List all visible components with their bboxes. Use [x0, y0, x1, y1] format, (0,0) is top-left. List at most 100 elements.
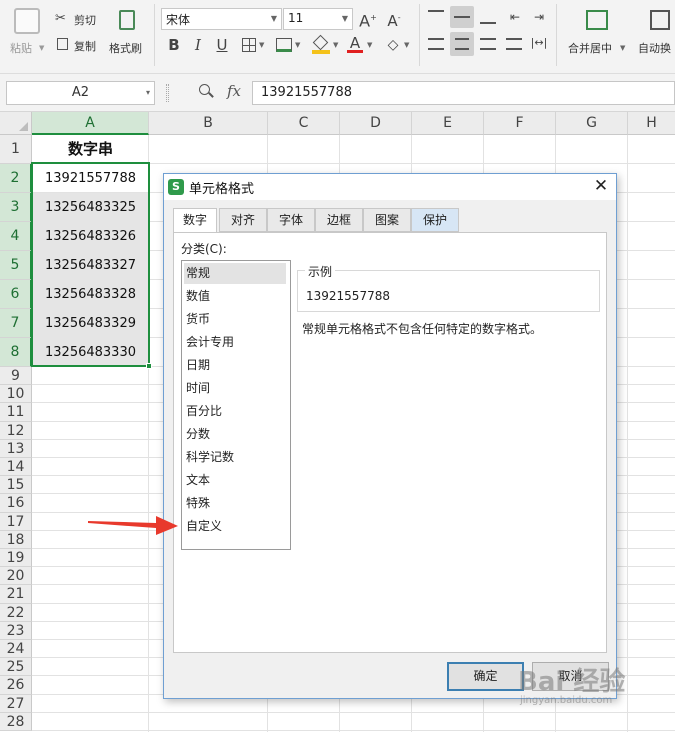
- column-header-h[interactable]: H: [628, 112, 675, 135]
- category-list[interactable]: 常规 数值 货币 会计专用 日期 时间 百分比 分数 科学记数 文本 特殊 自定义: [181, 260, 291, 550]
- data-cell[interactable]: 13256483328: [32, 280, 149, 309]
- row-header[interactable]: 5: [0, 251, 32, 280]
- row-header[interactable]: 18: [0, 530, 32, 549]
- row-header[interactable]: 1: [0, 135, 32, 164]
- formula-input[interactable]: 13921557788: [252, 81, 675, 105]
- category-item[interactable]: 时间: [184, 378, 286, 399]
- underline-icon[interactable]: U: [214, 36, 230, 54]
- row-header[interactable]: 21: [0, 585, 32, 604]
- merge-center-button[interactable]: 合并居中 ▼: [564, 4, 630, 66]
- bold-icon[interactable]: B: [166, 36, 182, 54]
- data-cell[interactable]: 13256483325: [32, 193, 149, 222]
- row-header[interactable]: 12: [0, 421, 32, 440]
- data-cell[interactable]: 13256483327: [32, 251, 149, 280]
- category-item[interactable]: 会计专用: [184, 332, 286, 353]
- zoom-icon[interactable]: [199, 84, 215, 100]
- name-box[interactable]: A2 ▾: [6, 81, 155, 105]
- tab-number[interactable]: 数字: [173, 208, 217, 233]
- row-header[interactable]: 4: [0, 222, 32, 251]
- column-header-a[interactable]: A: [32, 112, 149, 135]
- dialog-titlebar[interactable]: S 单元格格式 ✕: [164, 174, 616, 200]
- fill-color-icon[interactable]: [312, 34, 330, 54]
- splitter-handle[interactable]: [166, 84, 169, 102]
- font-color-icon[interactable]: A: [347, 34, 363, 53]
- category-item[interactable]: 日期: [184, 355, 286, 376]
- format-painter-button[interactable]: 格式刷: [107, 4, 149, 64]
- align-left-icon[interactable]: [428, 38, 444, 50]
- category-item[interactable]: 百分比: [184, 401, 286, 422]
- category-item[interactable]: 常规: [184, 263, 286, 284]
- copy-button[interactable]: 复制: [55, 36, 103, 54]
- fill-handle[interactable]: [146, 363, 152, 369]
- tab-protection[interactable]: 保护: [411, 208, 459, 232]
- increase-indent-icon[interactable]: ⇥: [530, 8, 548, 26]
- auto-wrap-button[interactable]: 自动换: [634, 4, 675, 66]
- align-top-icon[interactable]: [428, 10, 444, 24]
- column-header-b[interactable]: B: [149, 112, 268, 135]
- tab-border[interactable]: 边框: [315, 208, 363, 232]
- cell-style-icon[interactable]: [276, 38, 292, 52]
- close-icon[interactable]: ✕: [590, 175, 612, 197]
- borders-icon[interactable]: [242, 38, 256, 52]
- increase-font-icon[interactable]: A+: [358, 9, 378, 30]
- ok-button[interactable]: 确定: [447, 662, 524, 691]
- data-cell[interactable]: 13921557788: [32, 164, 149, 193]
- row-header[interactable]: 22: [0, 603, 32, 622]
- eraser-icon[interactable]: ◇: [384, 36, 402, 54]
- row-header[interactable]: 25: [0, 658, 32, 677]
- font-size-select[interactable]: 11 ▼: [283, 8, 353, 30]
- italic-icon[interactable]: I: [190, 36, 206, 54]
- data-cell[interactable]: 13256483326: [32, 222, 149, 251]
- column-header-d[interactable]: D: [340, 112, 412, 135]
- data-cell[interactable]: 13256483330: [32, 338, 149, 367]
- align-right-icon[interactable]: [480, 38, 496, 50]
- category-item[interactable]: 货币: [184, 309, 286, 330]
- row-header[interactable]: 3: [0, 193, 32, 222]
- column-header-c[interactable]: C: [268, 112, 340, 135]
- cut-button[interactable]: ✂ 剪切: [55, 10, 103, 28]
- tab-alignment[interactable]: 对齐: [219, 208, 267, 232]
- row-header[interactable]: 9: [0, 367, 32, 386]
- align-center-icon[interactable]: [450, 32, 474, 56]
- data-cell[interactable]: 13256483329: [32, 309, 149, 338]
- column-header-g[interactable]: G: [556, 112, 628, 135]
- category-item[interactable]: 自定义: [184, 516, 286, 537]
- decrease-font-icon[interactable]: A-: [384, 9, 404, 30]
- row-header[interactable]: 10: [0, 385, 32, 404]
- row-header[interactable]: 15: [0, 476, 32, 495]
- tab-font[interactable]: 字体: [267, 208, 315, 232]
- select-all-corner[interactable]: [0, 112, 32, 135]
- row-header[interactable]: 7: [0, 309, 32, 338]
- font-name-select[interactable]: 宋体 ▼: [161, 8, 282, 30]
- header-cell[interactable]: 数字串: [32, 135, 149, 164]
- row-header[interactable]: 16: [0, 494, 32, 513]
- row-header[interactable]: 13: [0, 439, 32, 458]
- row-header[interactable]: 24: [0, 640, 32, 659]
- category-item[interactable]: 特殊: [184, 493, 286, 514]
- category-item[interactable]: 文本: [184, 470, 286, 491]
- row-header[interactable]: 23: [0, 621, 32, 640]
- align-middle-icon[interactable]: [450, 6, 474, 28]
- column-header-f[interactable]: F: [484, 112, 556, 135]
- row-header[interactable]: 17: [0, 512, 32, 531]
- row-header[interactable]: 20: [0, 567, 32, 586]
- row-header[interactable]: 14: [0, 458, 32, 477]
- row-header[interactable]: 28: [0, 712, 32, 731]
- tab-pattern[interactable]: 图案: [363, 208, 411, 232]
- row-header[interactable]: 11: [0, 403, 32, 422]
- row-header[interactable]: 27: [0, 694, 32, 713]
- row-header[interactable]: 6: [0, 280, 32, 309]
- paste-button[interactable]: 粘贴 ▼: [6, 4, 50, 66]
- category-item[interactable]: 科学记数: [184, 447, 286, 468]
- justify-icon[interactable]: [506, 38, 522, 50]
- align-bottom-icon[interactable]: [480, 10, 496, 24]
- row-header[interactable]: 8: [0, 338, 32, 367]
- row-header[interactable]: 26: [0, 676, 32, 695]
- category-item[interactable]: 数值: [184, 286, 286, 307]
- fx-icon[interactable]: fx: [227, 82, 241, 100]
- column-header-e[interactable]: E: [412, 112, 484, 135]
- category-item[interactable]: 分数: [184, 424, 286, 445]
- decrease-indent-icon[interactable]: ⇤: [506, 8, 524, 26]
- row-header[interactable]: 19: [0, 549, 32, 568]
- distributed-align-icon[interactable]: |↔|: [528, 34, 550, 52]
